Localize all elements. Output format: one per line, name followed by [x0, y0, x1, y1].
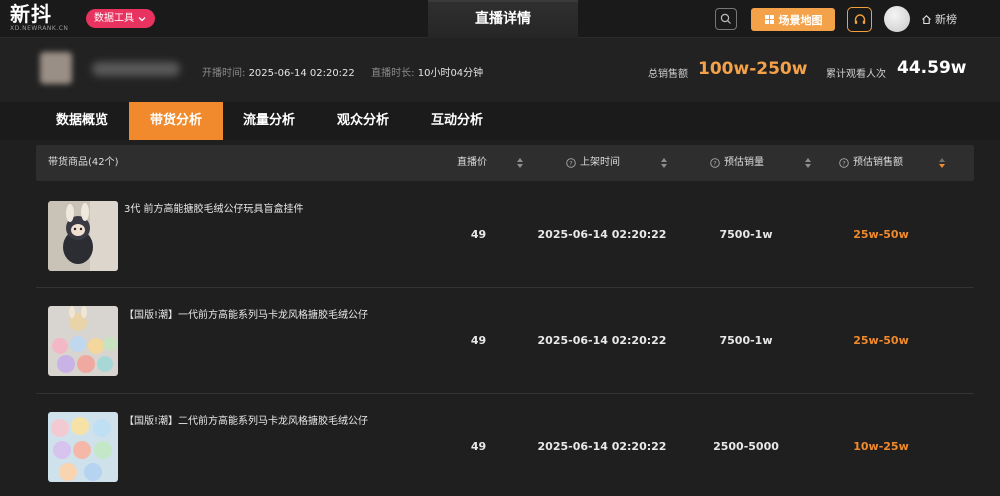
live-price: 49 [470, 334, 487, 347]
sort-icon[interactable] [938, 157, 946, 169]
customer-service-button[interactable] [847, 7, 872, 32]
col-product: 带货商品(42个) [48, 157, 119, 168]
start-time-value: 2025-06-14 02:20:22 [248, 68, 355, 79]
question-icon[interactable]: ? [839, 158, 849, 168]
live-price: 49 [470, 228, 487, 241]
col-est-sales: ? 预估销量 [710, 145, 764, 181]
logo-subtext: XD.NEWRANK.CN [10, 25, 69, 32]
listed-time: 2025-06-14 02:20:22 [537, 228, 667, 241]
svg-text:?: ? [713, 159, 716, 167]
product-thumbnail[interactable] [48, 201, 118, 271]
tab-overview[interactable]: 数据概览 [34, 102, 130, 140]
col-est-revenue-label: 预估销售额 [853, 157, 903, 168]
total-sales-value: 100w-250w [698, 59, 808, 79]
product-thumbnail[interactable] [48, 306, 118, 376]
streamer-avatar[interactable] [40, 52, 72, 84]
logo-text: 新抖 [10, 2, 52, 26]
app-logo[interactable]: 新抖 XD.NEWRANK.CN [10, 3, 80, 35]
total-sales-label: 总销售额 [648, 69, 688, 80]
streamer-name [92, 62, 180, 76]
scene-map-button[interactable]: 场景地图 [751, 8, 835, 31]
col-est-sales-label: 预估销量 [724, 157, 764, 168]
newrank-label: 新榜 [935, 13, 957, 26]
table-row[interactable]: 3代 前方高能搪胶毛绒公仔玩具盲盒挂件 49 2025-06-14 02:20:… [36, 182, 974, 288]
col-listed-time-label: 上架时间 [580, 157, 620, 168]
total-views-value: 44.59w [897, 58, 967, 78]
home-icon [922, 14, 931, 24]
analysis-tabs: 数据概览 带货分析 流量分析 观众分析 互动分析 [0, 102, 1000, 140]
table-row[interactable]: 【国版!潮】一代前方高能系列马卡龙风格搪胶毛绒公仔 49 2025-06-14 … [36, 288, 974, 394]
product-name[interactable]: 3代 前方高能搪胶毛绒公仔玩具盲盒挂件 [124, 201, 424, 218]
svg-text:?: ? [842, 159, 845, 167]
live-meta: 开播时间: 2025-06-14 02:20:22 直播时长: 10小时04分钟 [202, 64, 483, 79]
question-icon[interactable]: ? [566, 158, 576, 168]
data-tools-dropdown[interactable]: 数据工具 [86, 9, 155, 28]
col-price: 直播价 [457, 157, 487, 168]
product-name[interactable]: 【国版!潮】一代前方高能系列马卡龙风格搪胶毛绒公仔 [124, 307, 424, 324]
product-thumbnail[interactable] [48, 412, 118, 482]
search-icon [720, 13, 731, 24]
newrank-link[interactable]: 新榜 [921, 11, 957, 27]
scene-map-label: 场景地图 [778, 13, 823, 27]
top-bar: 新抖 XD.NEWRANK.CN 数据工具 直播详情 场景地图 新榜 [0, 0, 1000, 38]
user-avatar[interactable] [884, 6, 910, 32]
est-sales: 2500-5000 [713, 440, 779, 453]
table-row[interactable]: 【国版!潮】二代前方高能系列马卡龙风格搪胶毛绒公仔 49 2025-06-14 … [36, 394, 974, 496]
start-time-label: 开播时间: [202, 68, 246, 79]
col-est-revenue: ? 预估销售额 [839, 145, 903, 181]
tab-traffic-analysis[interactable]: 流量分析 [222, 102, 316, 140]
tab-sales-analysis[interactable]: 带货分析 [129, 102, 223, 140]
sort-icon[interactable] [660, 157, 668, 169]
est-revenue: 25w-50w [853, 334, 909, 347]
tab-interaction-analysis[interactable]: 互动分析 [410, 102, 504, 140]
duration-value: 10小时04分钟 [417, 68, 484, 79]
total-views-label: 累计观看人次 [826, 69, 886, 80]
listed-time: 2025-06-14 02:20:22 [537, 440, 667, 453]
listed-time: 2025-06-14 02:20:22 [537, 334, 667, 347]
live-info-row: 开播时间: 2025-06-14 02:20:22 直播时长: 10小时04分钟… [0, 38, 1000, 102]
est-revenue: 10w-25w [853, 440, 909, 453]
chevron-down-icon [138, 16, 146, 21]
table-header: 带货商品(42个) 直播价 ? 上架时间 ? 预估销量 ? 预估销售额 [36, 145, 974, 181]
question-icon[interactable]: ? [710, 158, 720, 168]
est-sales: 7500-1w [719, 228, 773, 241]
svg-text:?: ? [569, 159, 572, 167]
data-tools-label: 数据工具 [94, 13, 134, 24]
live-price: 49 [470, 440, 487, 453]
tab-audience-analysis[interactable]: 观众分析 [316, 102, 410, 140]
product-name[interactable]: 【国版!潮】二代前方高能系列马卡龙风格搪胶毛绒公仔 [124, 413, 424, 430]
map-icon [764, 15, 774, 24]
page-title-tab: 直播详情 [428, 0, 578, 38]
sort-icon[interactable] [516, 157, 524, 169]
est-revenue: 25w-50w [853, 228, 909, 241]
sort-icon[interactable] [804, 157, 812, 169]
est-sales: 7500-1w [719, 334, 773, 347]
duration-label: 直播时长: [371, 68, 415, 79]
headset-icon [854, 13, 865, 24]
col-listed-time: ? 上架时间 [566, 145, 620, 181]
page-title: 直播详情 [475, 11, 531, 27]
search-button[interactable] [715, 8, 737, 30]
